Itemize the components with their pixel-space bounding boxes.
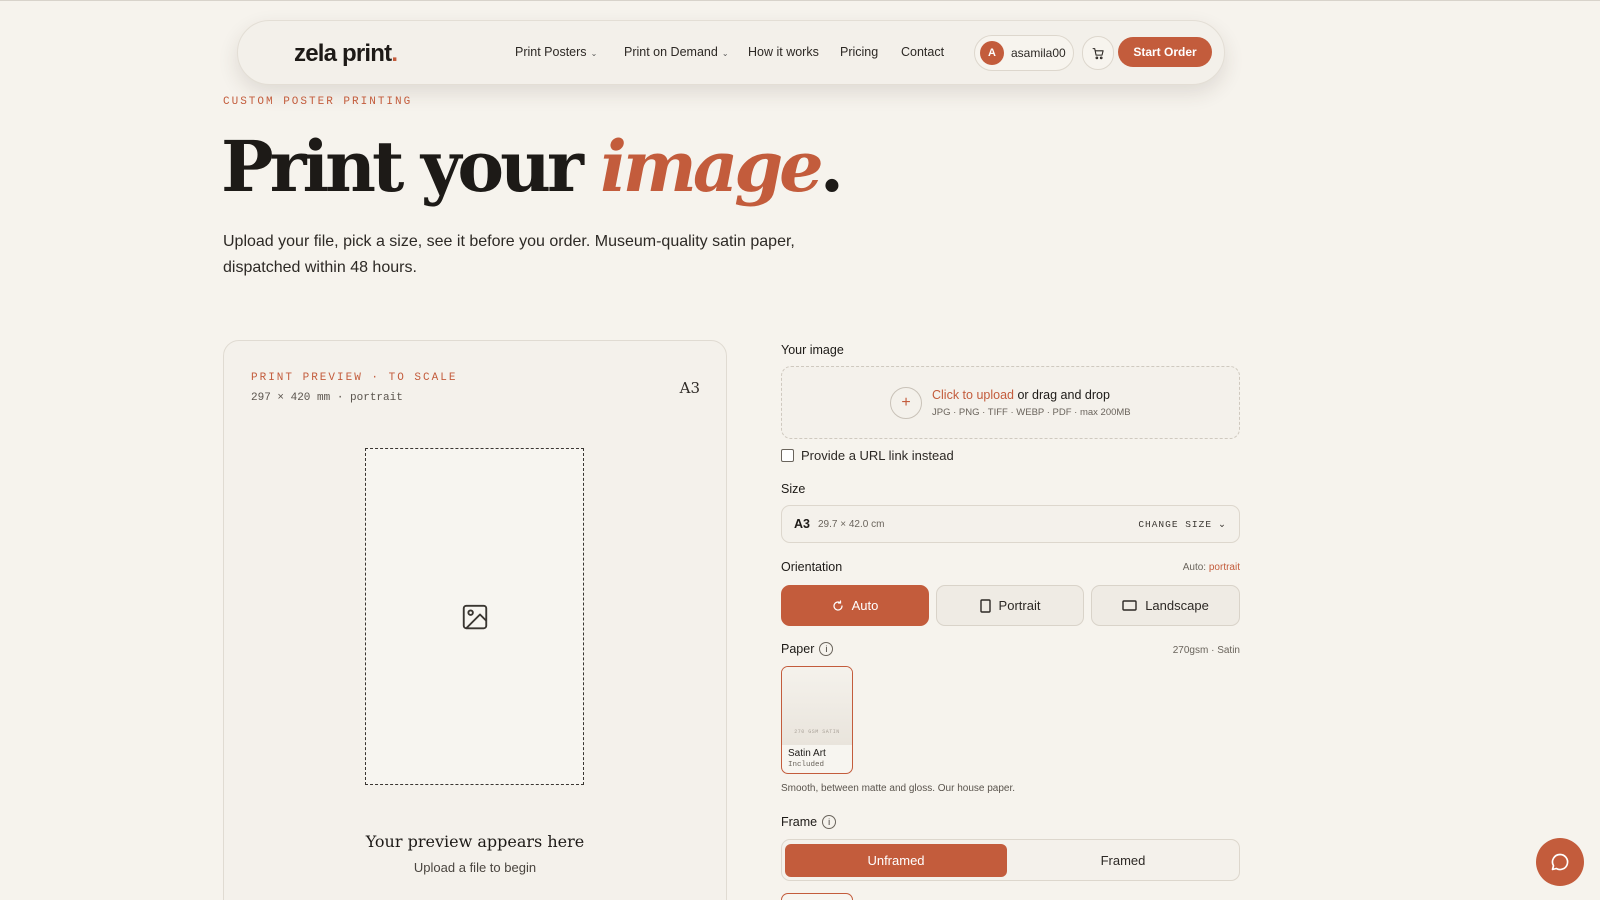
paper-name: Satin Art [788, 748, 826, 759]
nav-print-posters[interactable]: Print Posters ⌄ [515, 45, 597, 59]
preview-frame[interactable] [365, 448, 584, 785]
nav-link-label: Contact [901, 45, 945, 59]
frame-toggle: Unframed Framed [781, 839, 1240, 881]
portrait-icon [979, 598, 991, 613]
nav-link-label: How it works [748, 45, 819, 59]
frame-unframed-option[interactable]: Unframed [785, 844, 1007, 877]
paper-option-satin-art[interactable]: 270 GSM SATIN Satin Art Included [781, 666, 853, 774]
upload-link[interactable]: Click to upload [932, 388, 1014, 402]
paper-included-badge: Included [788, 761, 825, 769]
logo[interactable]: zela print. [294, 40, 398, 68]
title-main: Print your [221, 125, 601, 208]
size-label: Size [781, 482, 806, 496]
chat-button[interactable] [1536, 838, 1584, 886]
preview-placeholder-title: Your preview appears here [365, 832, 585, 851]
landscape-icon [1122, 600, 1137, 611]
nav-contact[interactable]: Contact [901, 45, 944, 59]
upload-dropzone[interactable]: + Click to upload or drag and drop JPG ·… [781, 366, 1240, 439]
nav-link-label: Pricing [840, 45, 879, 59]
chevron-down-icon: ⌄ [1218, 518, 1227, 530]
logo-dot: . [391, 40, 398, 67]
frame-label: Frame i [781, 815, 837, 830]
image-label: Your image [781, 343, 844, 357]
upload-rest: or drag and drop [1014, 388, 1110, 402]
size-code: A3 [794, 517, 810, 531]
refresh-icon [833, 599, 843, 611]
chat-icon [1551, 853, 1569, 871]
url-option[interactable]: Provide a URL link instead [781, 448, 954, 463]
paper-spec: 270gsm · Satin [1172, 645, 1240, 656]
start-order-button[interactable]: Start Order [1118, 37, 1212, 67]
print-preview-card: PRINT PREVIEW · TO SCALE 297 × 420 mm · … [223, 340, 727, 900]
preview-label: PRINT PREVIEW · TO SCALE [251, 372, 458, 384]
size-dimensions: 29.7 × 42.0 cm [817, 518, 885, 530]
info-icon[interactable]: i [822, 815, 837, 829]
frame-option-card[interactable] [781, 893, 853, 900]
plus-icon: + [890, 387, 922, 419]
avatar: A [980, 41, 1004, 65]
nav-link-label: Print on Demand [624, 45, 718, 59]
paper-label: Paper i [781, 642, 834, 657]
info-icon[interactable]: i [819, 642, 834, 656]
logo-text: zela print [294, 40, 392, 67]
paper-label-text: Paper [781, 642, 815, 656]
image-placeholder-icon [462, 604, 487, 629]
frame-framed-option[interactable]: Framed [1010, 844, 1236, 877]
change-size-label: CHANGE SIZE [1138, 518, 1213, 530]
title-accent: image [600, 125, 823, 208]
upload-formats: JPG · PNG · TIFF · WEBP · PDF · max 200M… [932, 407, 1131, 418]
nav-how-it-works[interactable]: How it works [748, 45, 819, 59]
orientation-auto-note: Auto: portrait [1183, 562, 1240, 573]
change-size-button[interactable]: CHANGE SIZE ⌄ [1138, 519, 1227, 530]
chevron-down-icon: ⌄ [721, 48, 729, 58]
hero-subtitle: Upload your file, pick a size, see it be… [223, 233, 795, 276]
title-end: . [819, 125, 844, 208]
frame-label-text: Frame [781, 815, 818, 829]
preview-placeholder-hint: Upload a file to begin [413, 860, 537, 875]
orientation-landscape-button[interactable]: Landscape [1091, 585, 1240, 626]
nav-link-label: Print Posters [515, 45, 587, 59]
page-title: Print your image. [221, 122, 844, 212]
cart-button[interactable] [1082, 36, 1114, 70]
orientation-portrait-button[interactable]: Portrait [936, 585, 1084, 626]
orientation-portrait-label: Portrait [998, 598, 1041, 613]
chevron-down-icon: ⌄ [590, 48, 598, 58]
paper-description: Smooth, between matte and gloss. Our hou… [781, 783, 1016, 794]
nav-pricing[interactable]: Pricing [840, 45, 878, 59]
url-checkbox[interactable] [781, 449, 794, 462]
preview-size-badge: A3 [679, 379, 700, 397]
upload-instruction: Click to upload or drag and drop [932, 388, 1110, 402]
preview-dimensions: 297 × 420 mm · portrait [251, 392, 403, 404]
orientation-label: Orientation [781, 560, 843, 574]
nav-print-on-demand[interactable]: Print on Demand ⌄ [624, 45, 729, 59]
hero-eyebrow: CUSTOM POSTER PRINTING [223, 96, 413, 108]
top-divider [0, 0, 1600, 1]
auto-prefix: Auto: [1182, 562, 1209, 573]
orientation-auto-button[interactable]: Auto [781, 585, 929, 626]
auto-value: portrait [1208, 562, 1240, 573]
size-selector[interactable]: A3 29.7 × 42.0 cm CHANGE SIZE ⌄ [781, 505, 1240, 543]
orientation-auto-label: Auto [851, 598, 879, 613]
url-option-label: Provide a URL link instead [801, 448, 954, 463]
orientation-landscape-label: Landscape [1145, 598, 1209, 613]
paper-swatch-tag: 270 GSM SATIN [794, 729, 840, 735]
cart-icon [1092, 47, 1104, 59]
user-name: asamila00 [1011, 46, 1066, 60]
user-menu[interactable]: A asamila00 [974, 35, 1074, 71]
top-navbar: zela print. Print Posters ⌄ Print on Dema… [237, 20, 1225, 85]
